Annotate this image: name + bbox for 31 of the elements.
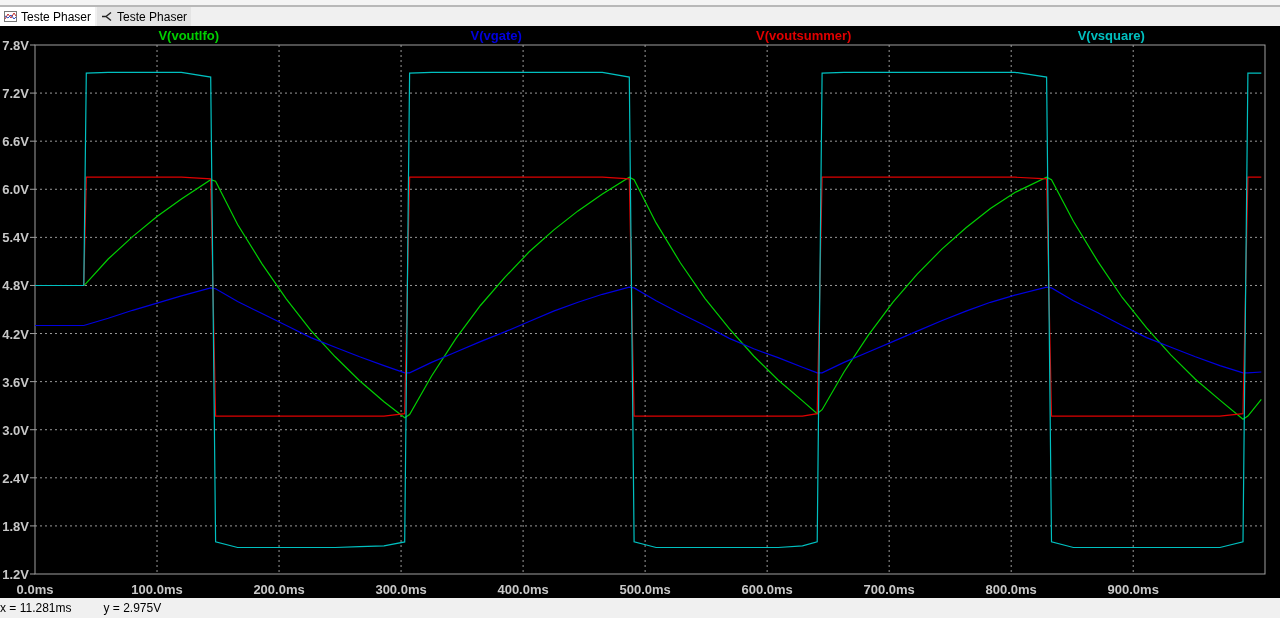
axis-tick-label: 6.0V (2, 182, 29, 198)
cursor-y-readout: y = 2.975V (103, 601, 162, 615)
axis-tick-label: 3.6V (2, 374, 29, 390)
cursor-x-readout: x = 11.281ms (0, 601, 72, 615)
component-icon (101, 11, 114, 22)
axis-tick-label: 0.0ms (16, 582, 54, 597)
trace-legend-label[interactable]: V(vsquare) (1077, 28, 1145, 43)
axis-tick-label: 100.0ms (131, 582, 183, 597)
axis-tick-label: 3.0V (2, 422, 29, 438)
axis-tick-label: 4.2V (2, 326, 29, 342)
axis-tick-label: 6.6V (2, 134, 29, 150)
axis-tick-label: 1.2V (2, 567, 29, 582)
axis-tick-label: 7.8V (2, 38, 29, 53)
axis-tick-label: 500.0ms (619, 582, 671, 597)
tab[interactable]: Teste Phaser (97, 7, 192, 26)
axis-tick-label: 300.0ms (375, 582, 427, 597)
axis-tick-label: 5.4V (2, 230, 29, 246)
tab[interactable]: Teste Phaser (0, 7, 96, 26)
axis-tick-label: 200.0ms (253, 582, 305, 597)
axis-tick-label: 1.8V (2, 518, 29, 534)
trace-legend-label[interactable]: V(voutlfo) (158, 28, 220, 43)
axis-tick-label: 4.8V (2, 278, 29, 294)
axis-tick-label: 7.2V (2, 86, 29, 102)
axis-tick-label: 400.0ms (497, 582, 549, 597)
waveform-icon (4, 11, 17, 22)
axis-tick-label: 800.0ms (985, 582, 1037, 597)
axis-tick-label: 2.4V (2, 470, 29, 486)
trace-legend-label[interactable]: V(voutsummer) (756, 28, 852, 43)
axis-tick-label: 700.0ms (863, 582, 915, 597)
axis-tick-label: 900.0ms (1107, 582, 1159, 597)
axis-tick-label: 600.0ms (741, 582, 793, 597)
